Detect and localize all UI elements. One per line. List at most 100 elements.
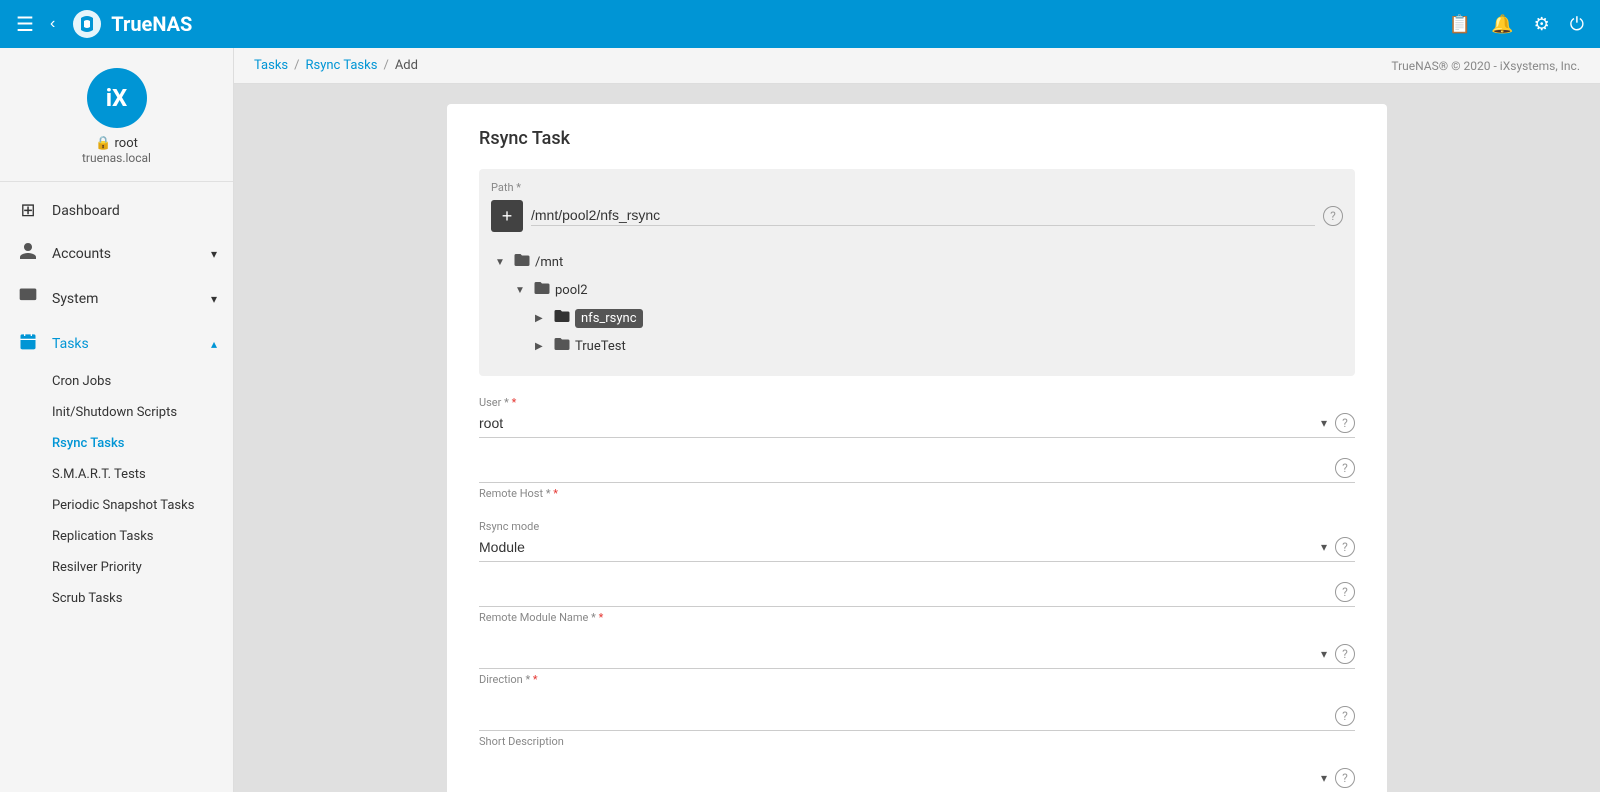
sidebar-item-smart-tests[interactable]: S.M.A.R.T. Tests	[0, 459, 233, 490]
schedule-chevron-icon: ▾	[1321, 771, 1327, 785]
sidebar-item-init-shutdown[interactable]: Init/Shutdown Scripts	[0, 397, 233, 428]
sidebar-item-periodic-snapshot[interactable]: Periodic Snapshot Tasks	[0, 490, 233, 521]
direction-field: Push Pull ▾ ? Direction *	[479, 644, 1355, 686]
schedule-wrap: ▾ ?	[479, 768, 1355, 792]
user-select[interactable]: root	[479, 415, 1313, 431]
short-description-help-icon[interactable]: ?	[1335, 706, 1355, 726]
direction-select[interactable]: Push Pull	[479, 646, 1313, 662]
remote-module-input[interactable]	[479, 584, 1327, 600]
bell-icon[interactable]: 🔔	[1491, 14, 1513, 35]
accounts-chevron-icon: ▾	[211, 247, 217, 261]
file-tree: ▼ /mnt ▼ pool2	[491, 244, 1343, 364]
sidebar-hostname: truenas.local	[82, 151, 151, 165]
sidebar-item-label: Dashboard	[52, 203, 120, 219]
remote-module-help-icon[interactable]: ?	[1335, 582, 1355, 602]
sidebar-item-accounts[interactable]: Accounts ▾	[0, 231, 233, 276]
rsync-mode-wrap: Module SSH ▾ ?	[479, 537, 1355, 562]
user-field: User * root ▾ ?	[479, 396, 1355, 438]
content-area: Tasks / Rsync Tasks / Add TrueNAS® © 202…	[234, 48, 1600, 792]
system-icon	[16, 286, 40, 311]
sidebar-item-system[interactable]: System ▾	[0, 276, 233, 321]
back-button[interactable]: ‹	[50, 15, 55, 33]
sidebar-item-cron-jobs[interactable]: Cron Jobs	[0, 366, 233, 397]
remote-host-wrap: ?	[479, 458, 1355, 483]
sidebar-item-dashboard[interactable]: ⊞ Dashboard	[0, 190, 233, 231]
pool2-folder-icon	[533, 279, 551, 301]
topbar-icons: 📋 🔔 ⚙ ⏻	[1449, 14, 1584, 35]
path-help-icon[interactable]: ?	[1323, 206, 1343, 226]
system-chevron-icon: ▾	[211, 292, 217, 306]
short-description-field: ? Short Description	[479, 706, 1355, 748]
sidebar-system-label: System	[52, 291, 98, 307]
schedule-select[interactable]	[479, 770, 1313, 786]
mnt-label: /mnt	[535, 255, 563, 270]
nfs-rsync-toggle-icon[interactable]: ▶	[535, 313, 549, 324]
rsync-mode-help-icon[interactable]: ?	[1335, 537, 1355, 557]
lock-icon: 🔒	[95, 136, 111, 151]
short-description-input[interactable]	[479, 708, 1327, 724]
tree-item-pool2: ▼ pool2	[491, 276, 1343, 304]
clipboard-icon[interactable]: 📋	[1449, 14, 1471, 35]
mnt-toggle-icon[interactable]: ▼	[495, 257, 509, 268]
sidebar-user: iX 🔒 root truenas.local	[0, 48, 233, 182]
breadcrumb-rsync-tasks[interactable]: Rsync Tasks	[306, 58, 378, 73]
remote-host-input[interactable]	[479, 460, 1327, 476]
gear-icon[interactable]: ⚙	[1534, 14, 1550, 35]
remote-host-label: Remote Host *	[479, 487, 1355, 500]
rsync-mode-label: Rsync mode	[479, 520, 1355, 533]
sidebar-item-tasks[interactable]: Tasks ▴	[0, 321, 233, 366]
tasks-chevron-icon: ▴	[211, 337, 217, 351]
path-add-button[interactable]: +	[491, 200, 523, 232]
short-description-wrap: ?	[479, 706, 1355, 731]
rsync-mode-select[interactable]: Module SSH	[479, 539, 1313, 555]
sidebar-username: 🔒 root	[95, 136, 138, 151]
remote-module-field: ? Remote Module Name *	[479, 582, 1355, 624]
nfs-rsync-label[interactable]: nfs_rsync	[575, 309, 643, 328]
sidebar-nav: ⊞ Dashboard Accounts ▾ System ▾	[0, 182, 233, 622]
sidebar-accounts-label: Accounts	[52, 246, 111, 262]
remote-host-help-icon[interactable]: ?	[1335, 458, 1355, 478]
truetest-folder-icon	[553, 335, 571, 357]
user-chevron-icon: ▾	[1321, 416, 1327, 430]
user-label: User *	[479, 396, 1355, 409]
power-icon[interactable]: ⏻	[1570, 14, 1584, 35]
tree-item-truetest: ▶ TrueTest	[491, 332, 1343, 360]
direction-wrap: Push Pull ▾ ?	[479, 644, 1355, 669]
truenas-logo-icon	[71, 8, 103, 40]
direction-chevron-icon: ▾	[1321, 647, 1327, 661]
tree-item-nfs-rsync: ▶ nfs_rsync	[491, 304, 1343, 332]
direction-help-icon[interactable]: ?	[1335, 644, 1355, 664]
path-input-row: + ?	[491, 200, 1343, 232]
sidebar-item-resilver-priority[interactable]: Resilver Priority	[0, 552, 233, 583]
truetest-toggle-icon[interactable]: ▶	[535, 341, 549, 352]
dashboard-icon: ⊞	[16, 200, 40, 221]
path-input[interactable]	[531, 207, 1315, 226]
form-container: Rsync Task Path * + ? ▼	[234, 84, 1600, 792]
breadcrumb-copyright: TrueNAS® © 2020 - iXsystems, Inc.	[1391, 59, 1580, 73]
sidebar-item-replication-tasks[interactable]: Replication Tasks	[0, 521, 233, 552]
folder-icon	[513, 251, 531, 273]
pool2-label: pool2	[555, 283, 588, 298]
tasks-icon	[16, 331, 40, 356]
sidebar-item-rsync-tasks[interactable]: Rsync Tasks	[0, 428, 233, 459]
breadcrumb-tasks[interactable]: Tasks	[254, 58, 288, 73]
direction-label: Direction *	[479, 673, 1355, 686]
remote-module-wrap: ?	[479, 582, 1355, 607]
truetest-label: TrueTest	[575, 339, 626, 354]
path-section: Path * + ? ▼ /mnt	[479, 169, 1355, 376]
schedule-help-icon[interactable]: ?	[1335, 768, 1355, 788]
breadcrumb: Tasks / Rsync Tasks / Add TrueNAS® © 202…	[234, 48, 1600, 84]
user-input-wrap: root ▾ ?	[479, 413, 1355, 438]
hamburger-button[interactable]: ☰	[16, 12, 34, 37]
tree-item-mnt: ▼ /mnt	[491, 248, 1343, 276]
breadcrumb-sep-2: /	[383, 58, 388, 73]
path-label: Path *	[491, 181, 1343, 194]
rsync-mode-chevron-icon: ▾	[1321, 540, 1327, 554]
pool2-toggle-icon[interactable]: ▼	[515, 285, 529, 296]
brand-name: TrueNAS	[111, 12, 192, 36]
breadcrumb-sep-1: /	[294, 58, 299, 73]
sidebar-item-scrub-tasks[interactable]: Scrub Tasks	[0, 583, 233, 614]
main-layout: iX 🔒 root truenas.local ⊞ Dashboard Acco…	[0, 48, 1600, 792]
short-description-label: Short Description	[479, 735, 1355, 748]
user-help-icon[interactable]: ?	[1335, 413, 1355, 433]
